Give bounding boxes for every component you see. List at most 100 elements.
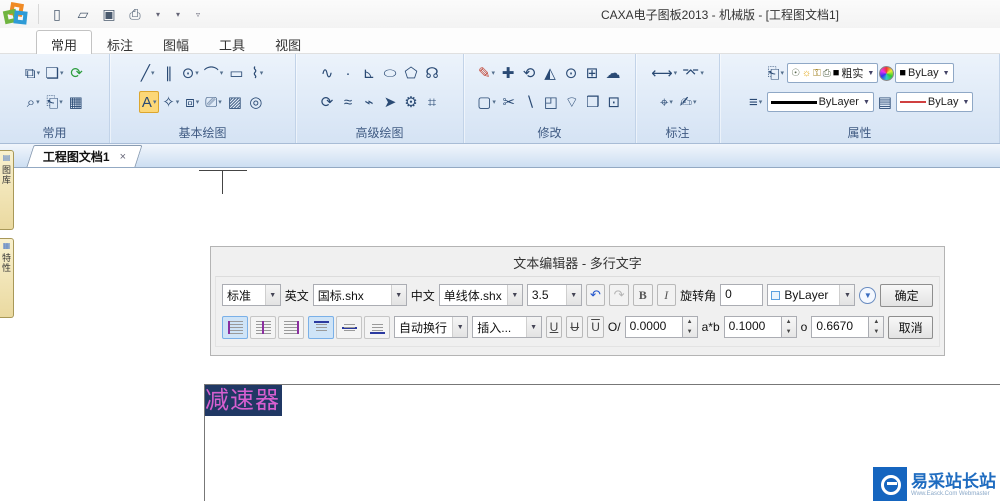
line-icon[interactable]: ╱ xyxy=(138,62,158,84)
point-icon[interactable]: · xyxy=(338,62,358,84)
parallel-line-icon[interactable]: ∥ xyxy=(159,62,179,84)
gear-icon[interactable]: ⚙ xyxy=(401,91,421,113)
offset-icon[interactable]: ☁ xyxy=(603,62,623,84)
caxa-logo-icon[interactable] xyxy=(2,1,30,27)
document-tab[interactable]: 工程图文档1 × xyxy=(26,145,143,167)
expand-options-button[interactable]: ▼ xyxy=(859,286,877,304)
chinese-font-select[interactable]: 单线体.shx ▼ xyxy=(438,284,523,306)
bold-button[interactable]: B xyxy=(632,284,653,306)
align-left-button[interactable] xyxy=(222,315,248,339)
tab-changyong[interactable]: 常用 xyxy=(36,30,93,54)
rotation-input[interactable]: 0 xyxy=(720,284,764,306)
tab-gongju[interactable]: 工具 xyxy=(204,30,260,54)
explode-icon[interactable]: ❒ xyxy=(583,91,603,113)
copy-icon[interactable]: ⧉ xyxy=(23,62,43,84)
close-tab-icon[interactable]: × xyxy=(120,151,126,163)
spinner-buttons[interactable]: ▲ ▼ xyxy=(869,316,885,338)
text-icon[interactable]: A xyxy=(139,91,160,113)
overline-button[interactable]: U xyxy=(587,316,604,338)
coordinate-dim-icon[interactable]: ⌖ xyxy=(656,91,676,113)
save-icon[interactable]: ▣ xyxy=(99,4,119,24)
line-width-icon[interactable]: ≡ xyxy=(746,91,766,113)
selected-text[interactable]: 减速器 xyxy=(205,385,282,416)
axis-icon[interactable]: ⊾ xyxy=(359,62,379,84)
paste-icon[interactable]: ❏ xyxy=(44,62,66,84)
cancel-button[interactable]: 取消 xyxy=(888,315,933,339)
erase-icon[interactable]: ✎ xyxy=(476,62,497,84)
wave-line-icon[interactable]: ≈ xyxy=(338,91,358,113)
rectangle-icon[interactable]: ▭ xyxy=(226,62,246,84)
polygon-icon[interactable]: ⬠ xyxy=(401,62,421,84)
linetype-combo[interactable]: ByLayer ▼ xyxy=(766,92,874,112)
display-icon[interactable]: ▦ xyxy=(66,91,86,113)
extend-icon[interactable]: ∖ xyxy=(520,91,540,113)
corner-icon[interactable]: ⊡ xyxy=(604,91,624,113)
hatch-icon[interactable]: ▨ xyxy=(225,91,245,113)
trim-icon[interactable]: ✂ xyxy=(499,91,519,113)
stretch-icon[interactable]: ▢ xyxy=(475,91,498,113)
valign-middle-button[interactable] xyxy=(336,315,362,339)
valign-bottom-button[interactable] xyxy=(364,315,390,339)
tab-biaozhu[interactable]: 标注 xyxy=(92,30,148,54)
sidebar-tab-properties[interactable]: ▦ 特性 xyxy=(0,238,14,318)
qat-customize-icon[interactable]: ▿ xyxy=(191,4,205,24)
bearing-icon[interactable]: ☊ xyxy=(422,62,442,84)
dimension-icon[interactable]: ⟷ xyxy=(649,62,679,84)
layer-combo[interactable]: ☉ ☼ ⚿ ⎙ ■ 粗实 ▼ xyxy=(787,63,879,83)
oblique-input[interactable]: 0.0000 xyxy=(624,316,683,338)
spinner-buttons[interactable]: ▲ ▼ xyxy=(781,316,797,338)
scale-icon[interactable]: ◰ xyxy=(541,91,561,113)
copy-object-icon[interactable]: ⟲ xyxy=(519,62,539,84)
strikethrough-button[interactable]: U xyxy=(566,316,584,338)
polyline-icon[interactable]: ⌇ xyxy=(247,62,267,84)
width-factor-input[interactable]: 0.6670 xyxy=(811,316,870,338)
layers-icon[interactable]: ▤ xyxy=(875,91,895,113)
rotate-icon[interactable]: ⊙ xyxy=(561,62,581,84)
align-right-button[interactable] xyxy=(278,315,304,339)
qat-dropdown-1-icon[interactable]: ▾ xyxy=(151,4,165,24)
wrap-mode-select[interactable]: 自动换行 ▼ xyxy=(394,316,469,338)
font-size-select[interactable]: 3.5 ▼ xyxy=(526,284,582,306)
datum-icon[interactable]: ⌤ xyxy=(680,62,706,84)
tab-tufu[interactable]: 图幅 xyxy=(148,30,204,54)
tab-shitu[interactable]: 视图 xyxy=(260,30,316,54)
array-icon[interactable]: ⊞ xyxy=(582,62,602,84)
mirror-icon[interactable]: ◭ xyxy=(540,62,560,84)
refresh-icon[interactable]: ⟳ xyxy=(66,62,86,84)
align-center-button[interactable] xyxy=(250,315,276,339)
dim-edit-icon[interactable]: ✍ xyxy=(677,91,698,113)
valign-top-button[interactable] xyxy=(308,315,334,339)
dimstyle-combo[interactable]: ByLay ▼ xyxy=(895,92,974,112)
arrow-icon[interactable]: ➤ xyxy=(380,91,400,113)
italic-button[interactable]: I xyxy=(656,284,677,306)
ok-button[interactable]: 确定 xyxy=(880,283,933,307)
underline-button[interactable]: U xyxy=(545,316,563,338)
block-icon[interactable]: ⧈ xyxy=(182,91,202,113)
pan-icon[interactable]: ⎗ xyxy=(44,91,65,113)
move-icon[interactable]: ✚ xyxy=(498,62,518,84)
layer-settings-icon[interactable]: ⎗ xyxy=(765,62,786,84)
undo-button[interactable]: ↶ xyxy=(585,284,606,306)
qat-dropdown-2-icon[interactable]: ▾ xyxy=(171,4,185,24)
break-line-icon[interactable]: ⌁ xyxy=(359,91,379,113)
circle-icon[interactable]: ⊙ xyxy=(180,62,201,84)
insert-select[interactable]: 插入... ▼ xyxy=(472,316,542,338)
fillet-icon[interactable]: ⌔ xyxy=(562,91,582,113)
color-combo[interactable]: ■ ByLay ▼ xyxy=(895,63,954,83)
text-style-select[interactable]: 标准 ▼ xyxy=(222,284,281,306)
zoom-icon[interactable]: ⌕ xyxy=(23,91,43,113)
point-line-icon[interactable]: ✧ xyxy=(160,91,181,113)
spacing-input[interactable]: 0.1000 xyxy=(723,316,782,338)
sidebar-tab-library[interactable]: ▤ 图库 xyxy=(0,150,14,230)
new-file-icon[interactable]: ▯ xyxy=(47,4,67,24)
arc-icon[interactable]: ⌒ xyxy=(202,62,226,84)
hole-shaft-icon[interactable]: ⌗ xyxy=(422,91,442,113)
color-wheel-icon[interactable] xyxy=(879,65,895,81)
open-file-icon[interactable]: ▱ xyxy=(73,4,93,24)
spinner-buttons[interactable]: ▲ ▼ xyxy=(682,316,698,338)
region-icon[interactable]: ◎ xyxy=(246,91,266,113)
english-font-select[interactable]: 国标.shx ▼ xyxy=(312,284,407,306)
stamp-icon[interactable]: ⎚ xyxy=(203,91,224,113)
ellipse-icon[interactable]: ⬭ xyxy=(380,62,400,84)
spline-icon[interactable]: ∿ xyxy=(317,62,337,84)
